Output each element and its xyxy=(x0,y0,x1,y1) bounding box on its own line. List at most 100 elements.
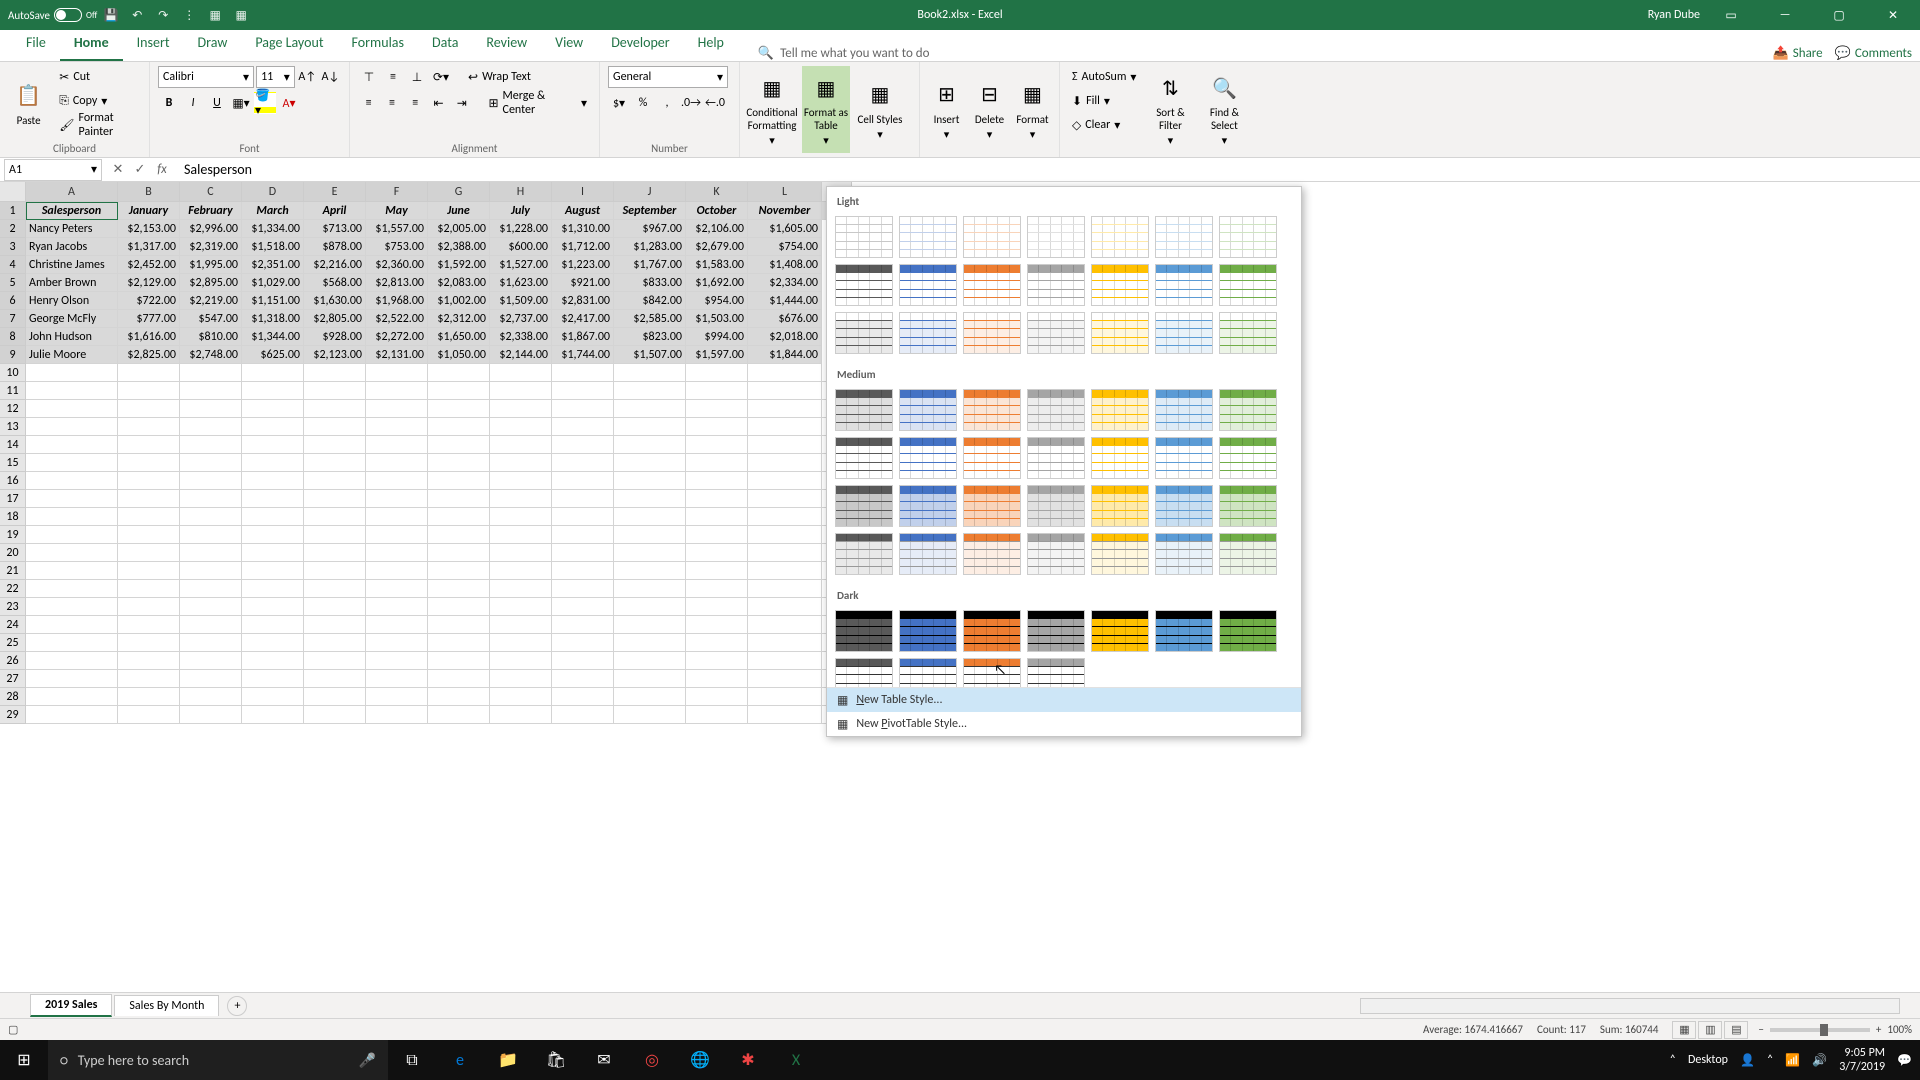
cell[interactable] xyxy=(428,544,490,562)
cell[interactable]: $2,388.00 xyxy=(428,238,490,256)
cell[interactable] xyxy=(242,580,304,598)
currency-icon[interactable]: $▾ xyxy=(608,92,630,114)
col-header[interactable]: C xyxy=(180,182,242,202)
cell[interactable] xyxy=(242,670,304,688)
cell[interactable] xyxy=(614,652,686,670)
row-header[interactable]: 18 xyxy=(0,508,26,526)
row-header[interactable]: 9 xyxy=(0,346,26,364)
enter-icon[interactable]: ✓ xyxy=(130,160,150,180)
cell[interactable] xyxy=(490,364,552,382)
cell[interactable] xyxy=(748,616,822,634)
cell[interactable] xyxy=(490,400,552,418)
cell[interactable] xyxy=(748,562,822,580)
cell[interactable] xyxy=(180,688,242,706)
row-header[interactable]: 3 xyxy=(0,238,26,256)
cell[interactable] xyxy=(490,562,552,580)
cell[interactable] xyxy=(748,526,822,544)
cell[interactable]: $1,344.00 xyxy=(242,328,304,346)
cell[interactable] xyxy=(748,580,822,598)
table-style-swatch[interactable] xyxy=(899,485,957,527)
cell[interactable]: $1,444.00 xyxy=(748,292,822,310)
cell[interactable] xyxy=(552,652,614,670)
cell[interactable]: $967.00 xyxy=(614,220,686,238)
cell[interactable] xyxy=(490,544,552,562)
cell[interactable] xyxy=(118,544,180,562)
cell[interactable] xyxy=(366,616,428,634)
cell[interactable] xyxy=(180,454,242,472)
cell[interactable] xyxy=(428,364,490,382)
fx-icon[interactable]: fx xyxy=(152,160,172,180)
table-style-swatch[interactable] xyxy=(963,485,1021,527)
indent-inc-icon[interactable]: ⇥ xyxy=(451,92,472,114)
cell[interactable] xyxy=(552,562,614,580)
delete-cells-button[interactable]: ⊟Delete▾ xyxy=(971,66,1008,153)
tab-insert[interactable]: Insert xyxy=(123,28,184,61)
cell[interactable] xyxy=(428,616,490,634)
cell[interactable] xyxy=(304,400,366,418)
table-style-swatch[interactable] xyxy=(1091,533,1149,575)
cell[interactable] xyxy=(614,508,686,526)
table-style-swatch[interactable] xyxy=(899,389,957,431)
cell[interactable]: $1,334.00 xyxy=(242,220,304,238)
new-pivottable-style-button[interactable]: ▦ New PivotTable Style... xyxy=(827,712,1301,736)
cell[interactable] xyxy=(366,382,428,400)
cell[interactable] xyxy=(118,562,180,580)
normal-view-icon[interactable]: ▦ xyxy=(1672,1021,1696,1039)
cell[interactable]: $1,509.00 xyxy=(490,292,552,310)
cell[interactable] xyxy=(118,580,180,598)
cell[interactable]: $842.00 xyxy=(614,292,686,310)
cell[interactable]: $2,417.00 xyxy=(552,310,614,328)
cell[interactable] xyxy=(686,652,748,670)
cell[interactable] xyxy=(180,490,242,508)
task-view-icon[interactable]: ⧉ xyxy=(388,1040,436,1080)
cell[interactable] xyxy=(26,400,118,418)
table-style-swatch[interactable] xyxy=(1027,658,1085,687)
cell[interactable] xyxy=(614,670,686,688)
row-header[interactable]: 28 xyxy=(0,688,26,706)
table-style-swatch[interactable] xyxy=(963,216,1021,258)
table-style-swatch[interactable] xyxy=(899,437,957,479)
cell[interactable] xyxy=(366,688,428,706)
cell[interactable] xyxy=(366,706,428,724)
col-header[interactable]: G xyxy=(428,182,490,202)
cell[interactable] xyxy=(242,418,304,436)
cell[interactable] xyxy=(242,472,304,490)
cell[interactable]: $600.00 xyxy=(490,238,552,256)
ribbon-options-icon[interactable]: ▭ xyxy=(1708,0,1754,30)
cell[interactable] xyxy=(366,670,428,688)
table-style-swatch[interactable] xyxy=(899,610,957,652)
wifi-icon[interactable]: 📶 xyxy=(1785,1053,1800,1068)
app-icon[interactable]: ◎ xyxy=(628,1040,676,1080)
cell[interactable] xyxy=(552,400,614,418)
col-header[interactable]: E xyxy=(304,182,366,202)
cell[interactable] xyxy=(748,598,822,616)
row-header[interactable]: 4 xyxy=(0,256,26,274)
people-icon[interactable]: 👤 xyxy=(1740,1053,1755,1068)
dec-decimal-icon[interactable]: ←.0 xyxy=(704,92,726,114)
font-color-button[interactable]: A▾ xyxy=(278,92,300,114)
select-all-corner[interactable] xyxy=(0,182,26,202)
row-header[interactable]: 26 xyxy=(0,652,26,670)
cell[interactable]: $1,317.00 xyxy=(118,238,180,256)
cell[interactable] xyxy=(428,436,490,454)
table-style-swatch[interactable] xyxy=(1027,485,1085,527)
cell[interactable] xyxy=(366,364,428,382)
row-header[interactable]: 21 xyxy=(0,562,26,580)
comments-button[interactable]: 💬 Comments xyxy=(1835,46,1912,61)
cell[interactable]: $676.00 xyxy=(748,310,822,328)
cell[interactable]: $2,312.00 xyxy=(428,310,490,328)
cell[interactable]: $878.00 xyxy=(304,238,366,256)
cell[interactable] xyxy=(26,472,118,490)
row-header[interactable]: 6 xyxy=(0,292,26,310)
cell[interactable]: $823.00 xyxy=(614,328,686,346)
cell[interactable]: $2,748.00 xyxy=(180,346,242,364)
row-header[interactable]: 12 xyxy=(0,400,26,418)
cell[interactable] xyxy=(490,688,552,706)
page-break-view-icon[interactable]: ▤ xyxy=(1724,1021,1748,1039)
cell[interactable]: $713.00 xyxy=(304,220,366,238)
insert-cells-button[interactable]: ⊞Insert▾ xyxy=(928,66,965,153)
redo-icon[interactable]: ↷ xyxy=(151,3,175,27)
cell[interactable]: $1,605.00 xyxy=(748,220,822,238)
merge-button[interactable]: ⊞ Merge & Center ▾ xyxy=(484,92,591,114)
cell[interactable] xyxy=(366,508,428,526)
